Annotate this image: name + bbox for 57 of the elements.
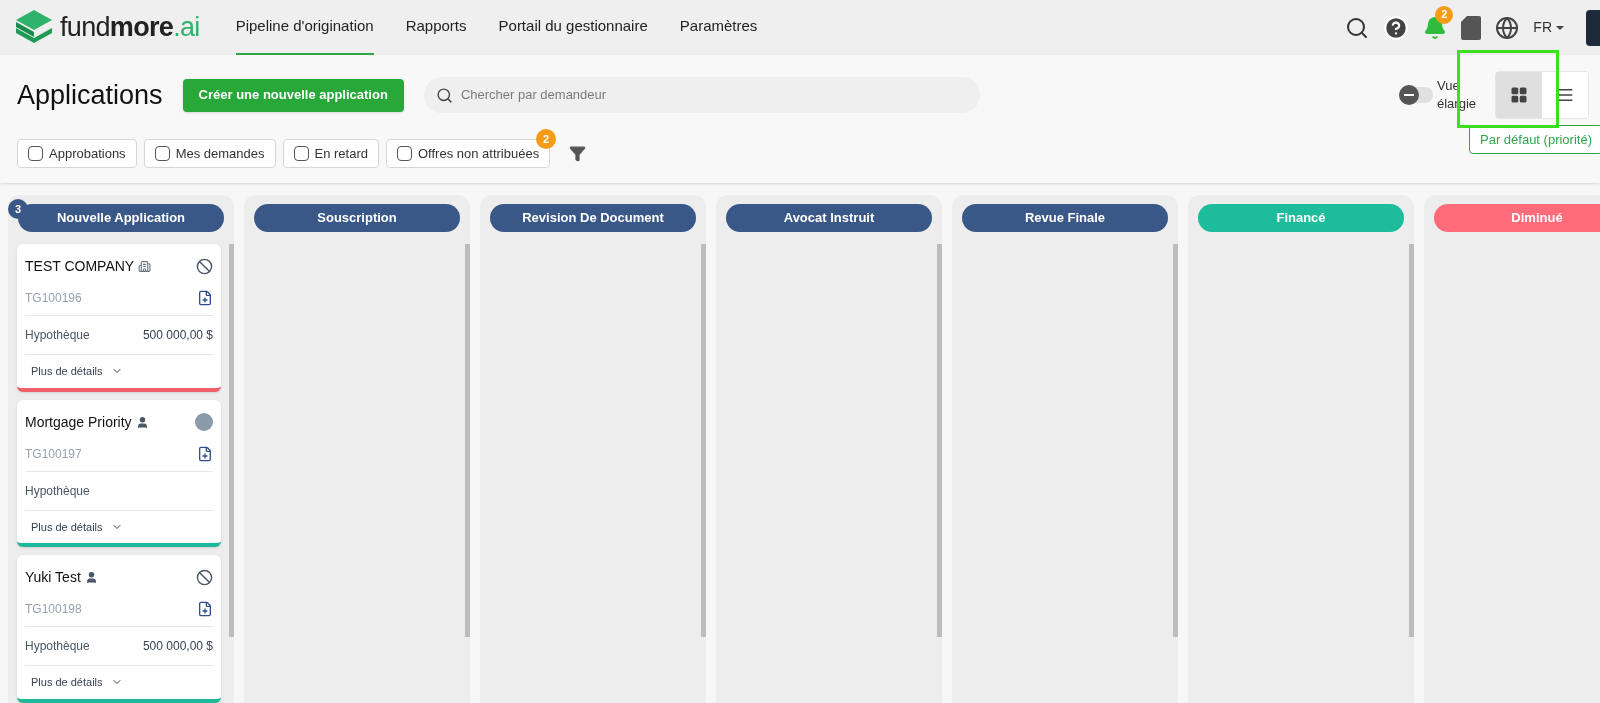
product-type: Hypothèque (25, 482, 90, 500)
search-input[interactable]: Chercher par demandeur (460, 85, 968, 105)
applicant-name: Yuki Test (25, 568, 81, 587)
more-details-button[interactable]: Plus de détails (25, 355, 129, 388)
nav-tab[interactable]: Rapports (405, 0, 467, 55)
applicant-name: TEST COMPANY (25, 257, 135, 276)
expanded-view-switch[interactable] (1399, 87, 1433, 103)
count-badge: 3 (8, 199, 28, 219)
globe-icon[interactable] (1495, 15, 1520, 40)
notification-badge: 2 (1435, 5, 1454, 24)
filter-chip[interactable]: En retard (282, 139, 379, 168)
scrollbar[interactable] (229, 244, 234, 637)
application-card[interactable]: TEST COMPANY TG100196 Hypothèque 500 000,00 $ Plus de détails (17, 244, 221, 392)
language-selector[interactable]: FR (1533, 17, 1564, 38)
help-icon[interactable] (1383, 14, 1410, 41)
scrollbar[interactable] (1173, 244, 1178, 637)
search-icon[interactable] (1345, 15, 1370, 40)
search-icon (435, 86, 453, 104)
scrollbar[interactable] (701, 244, 706, 637)
stage-header: Revue Finale (962, 204, 1168, 232)
application-card[interactable]: Yuki Test TG100198 Hypothèque 500 000,00 $ Plus de détails (17, 555, 221, 703)
product-type: Hypothèque (25, 638, 90, 655)
nav-tab[interactable]: Portail du gestionnaire (498, 0, 648, 55)
loan-amount: 500 000,00 $ (142, 327, 213, 344)
application-card[interactable]: Mortgage Priority TG100197 Hypothèque Plus de détails (17, 399, 221, 547)
applicant-name: Mortgage Priority (25, 412, 132, 432)
nav-tab[interactable]: Paramètres (679, 0, 758, 55)
more-details-button[interactable]: Plus de détails (25, 510, 129, 543)
brand-name: fundmore.ai (60, 11, 200, 45)
grid-icon (1510, 86, 1528, 104)
more-details-button[interactable]: Plus de détails (25, 666, 129, 699)
page-title: Applications (17, 78, 163, 112)
add-document-icon[interactable] (197, 445, 213, 462)
loan-amount: 500 000,00 $ (142, 638, 213, 655)
stage-header: Souscription (254, 204, 460, 232)
profile-avatar[interactable] (1586, 9, 1600, 46)
product-type: Hypothèque (25, 327, 90, 344)
filter-chip[interactable]: Approbations (17, 139, 137, 168)
list-icon (1556, 86, 1574, 104)
scrollbar[interactable] (1409, 244, 1414, 637)
application-id: TG100198 (25, 601, 82, 618)
count-badge: 2 (536, 129, 557, 149)
board-view-button[interactable] (1496, 72, 1542, 118)
stage-header: Financé (1198, 204, 1404, 232)
application-id: TG100196 (25, 290, 82, 307)
scrollbar[interactable] (465, 244, 470, 637)
stage-header: Avocat Instruit (726, 204, 932, 232)
filter-icon[interactable] (569, 145, 587, 162)
add-document-icon[interactable] (197, 601, 213, 617)
application-id: TG100197 (25, 445, 82, 463)
document-icon[interactable] (1461, 15, 1482, 40)
scrollbar[interactable] (937, 244, 942, 637)
stage-header: Diminué (1434, 204, 1600, 232)
search-field[interactable]: Chercher par demandeur (423, 77, 980, 113)
stage-header: Revision De Document (490, 204, 696, 232)
add-document-icon[interactable] (197, 290, 213, 306)
filter-chip[interactable]: Mes demandes (143, 139, 276, 168)
